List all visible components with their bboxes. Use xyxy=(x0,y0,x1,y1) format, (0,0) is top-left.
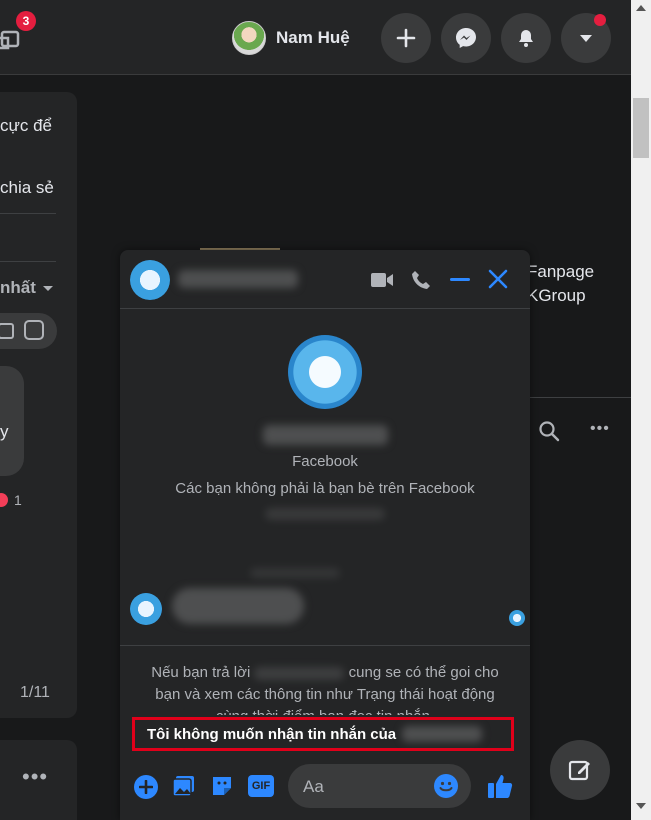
not-friends-notice: Các bạn không phải là bạn bè trên Facebo… xyxy=(175,480,475,497)
profile-picture[interactable] xyxy=(288,335,362,409)
divider xyxy=(0,213,56,214)
message-bubble-redacted[interactable] xyxy=(172,588,304,624)
avatar xyxy=(232,21,266,55)
profile-shortcut[interactable]: Nam Huệ xyxy=(232,21,350,55)
pager-indicator: 1/11 xyxy=(20,684,50,701)
comment-sort-dropdown[interactable]: nhất xyxy=(0,278,54,298)
profile-name-redacted xyxy=(263,425,388,445)
sender-avatar[interactable] xyxy=(130,593,162,625)
messenger-button[interactable] xyxy=(441,13,491,63)
plus-icon xyxy=(396,28,416,48)
close-icon[interactable] xyxy=(487,268,509,295)
top-navigation-bar: 3 Nam Huệ xyxy=(0,0,631,75)
scroll-down-arrow[interactable] xyxy=(636,803,646,809)
more-options-icon[interactable]: ••• xyxy=(22,764,48,790)
gif-icon[interactable] xyxy=(0,323,14,339)
notifications-button[interactable] xyxy=(501,13,551,63)
comment-input-box[interactable] xyxy=(0,313,57,349)
chevron-down-icon xyxy=(580,35,592,42)
name-redacted xyxy=(402,726,483,742)
comment-text: y xyxy=(0,422,9,441)
divider xyxy=(527,397,631,398)
create-button[interactable] xyxy=(381,13,431,63)
compose-icon xyxy=(568,760,590,781)
message-input[interactable]: Aa xyxy=(288,764,471,808)
like-icon[interactable] xyxy=(486,772,514,805)
video-call-icon[interactable] xyxy=(370,270,394,295)
pages-icon[interactable] xyxy=(0,28,22,50)
divider xyxy=(0,261,56,262)
heart-reaction-icon xyxy=(0,493,8,507)
name-redacted xyxy=(254,666,345,680)
post-text-line: cực để xyxy=(0,116,53,135)
comment-bubble: y xyxy=(0,366,24,476)
caret-down-icon xyxy=(42,286,53,291)
reaction-count: 1 xyxy=(14,492,22,508)
post-text-line: KGroup xyxy=(527,286,586,305)
photo-icon[interactable] xyxy=(172,774,196,803)
scrollbar[interactable] xyxy=(631,0,651,820)
left-post-card-2: ••• xyxy=(0,740,77,820)
notice-text: cung se có thể goi cho xyxy=(348,664,499,681)
post-text-line: chia sẻ xyxy=(0,178,54,197)
minimize-icon[interactable] xyxy=(450,278,470,281)
account-menu-dot xyxy=(594,14,606,26)
chat-window: Facebook Các bạn không phải là bạn bè tr… xyxy=(120,250,530,820)
left-post-card: cực để chia sẻ nhất y 1 1/11 xyxy=(0,92,77,718)
scrollbar-thumb[interactable] xyxy=(633,98,649,158)
user-name: Nam Huệ xyxy=(276,28,350,47)
notice-text: Nếu bạn trả lời xyxy=(151,664,251,681)
mutual-info-redacted xyxy=(265,508,385,520)
sticker-icon[interactable] xyxy=(210,774,234,803)
notification-count-badge: 3 xyxy=(16,11,36,31)
contact-name-redacted[interactable] xyxy=(178,270,298,288)
notice-text: bạn và xem các thông tin như Trạng thái … xyxy=(155,686,495,703)
decline-label: Tôi không muốn nhận tin nhắn của xyxy=(147,725,397,743)
sticker-icon[interactable] xyxy=(24,320,44,340)
new-message-button[interactable] xyxy=(550,740,610,800)
phone-icon[interactable] xyxy=(410,269,432,296)
decline-message-request-button[interactable]: Tôi không muốn nhận tin nhắn của xyxy=(132,717,514,751)
scroll-up-arrow[interactable] xyxy=(636,5,646,11)
gif-icon[interactable]: GIF xyxy=(248,775,274,797)
chat-header[interactable] xyxy=(120,250,530,309)
reaction-summary[interactable]: 1 xyxy=(0,492,22,508)
more-options-icon[interactable]: ••• xyxy=(590,420,610,438)
bell-icon xyxy=(519,30,533,47)
notice-text: cùng thời điểm bạn đọc tin nhắn. xyxy=(216,706,434,715)
profile-caption: Facebook xyxy=(292,453,358,470)
add-attachment-icon[interactable] xyxy=(134,775,158,799)
messenger-icon xyxy=(456,28,476,48)
message-input-placeholder: Aa xyxy=(303,777,324,796)
post-text-line: Fanpage xyxy=(527,262,595,281)
emoji-icon[interactable] xyxy=(434,774,458,798)
divider xyxy=(120,645,530,646)
contact-avatar[interactable] xyxy=(130,260,170,300)
seen-avatar xyxy=(509,610,525,626)
search-icon[interactable] xyxy=(538,420,560,447)
timestamp-redacted xyxy=(250,568,340,578)
sort-label: nhất xyxy=(0,278,36,297)
